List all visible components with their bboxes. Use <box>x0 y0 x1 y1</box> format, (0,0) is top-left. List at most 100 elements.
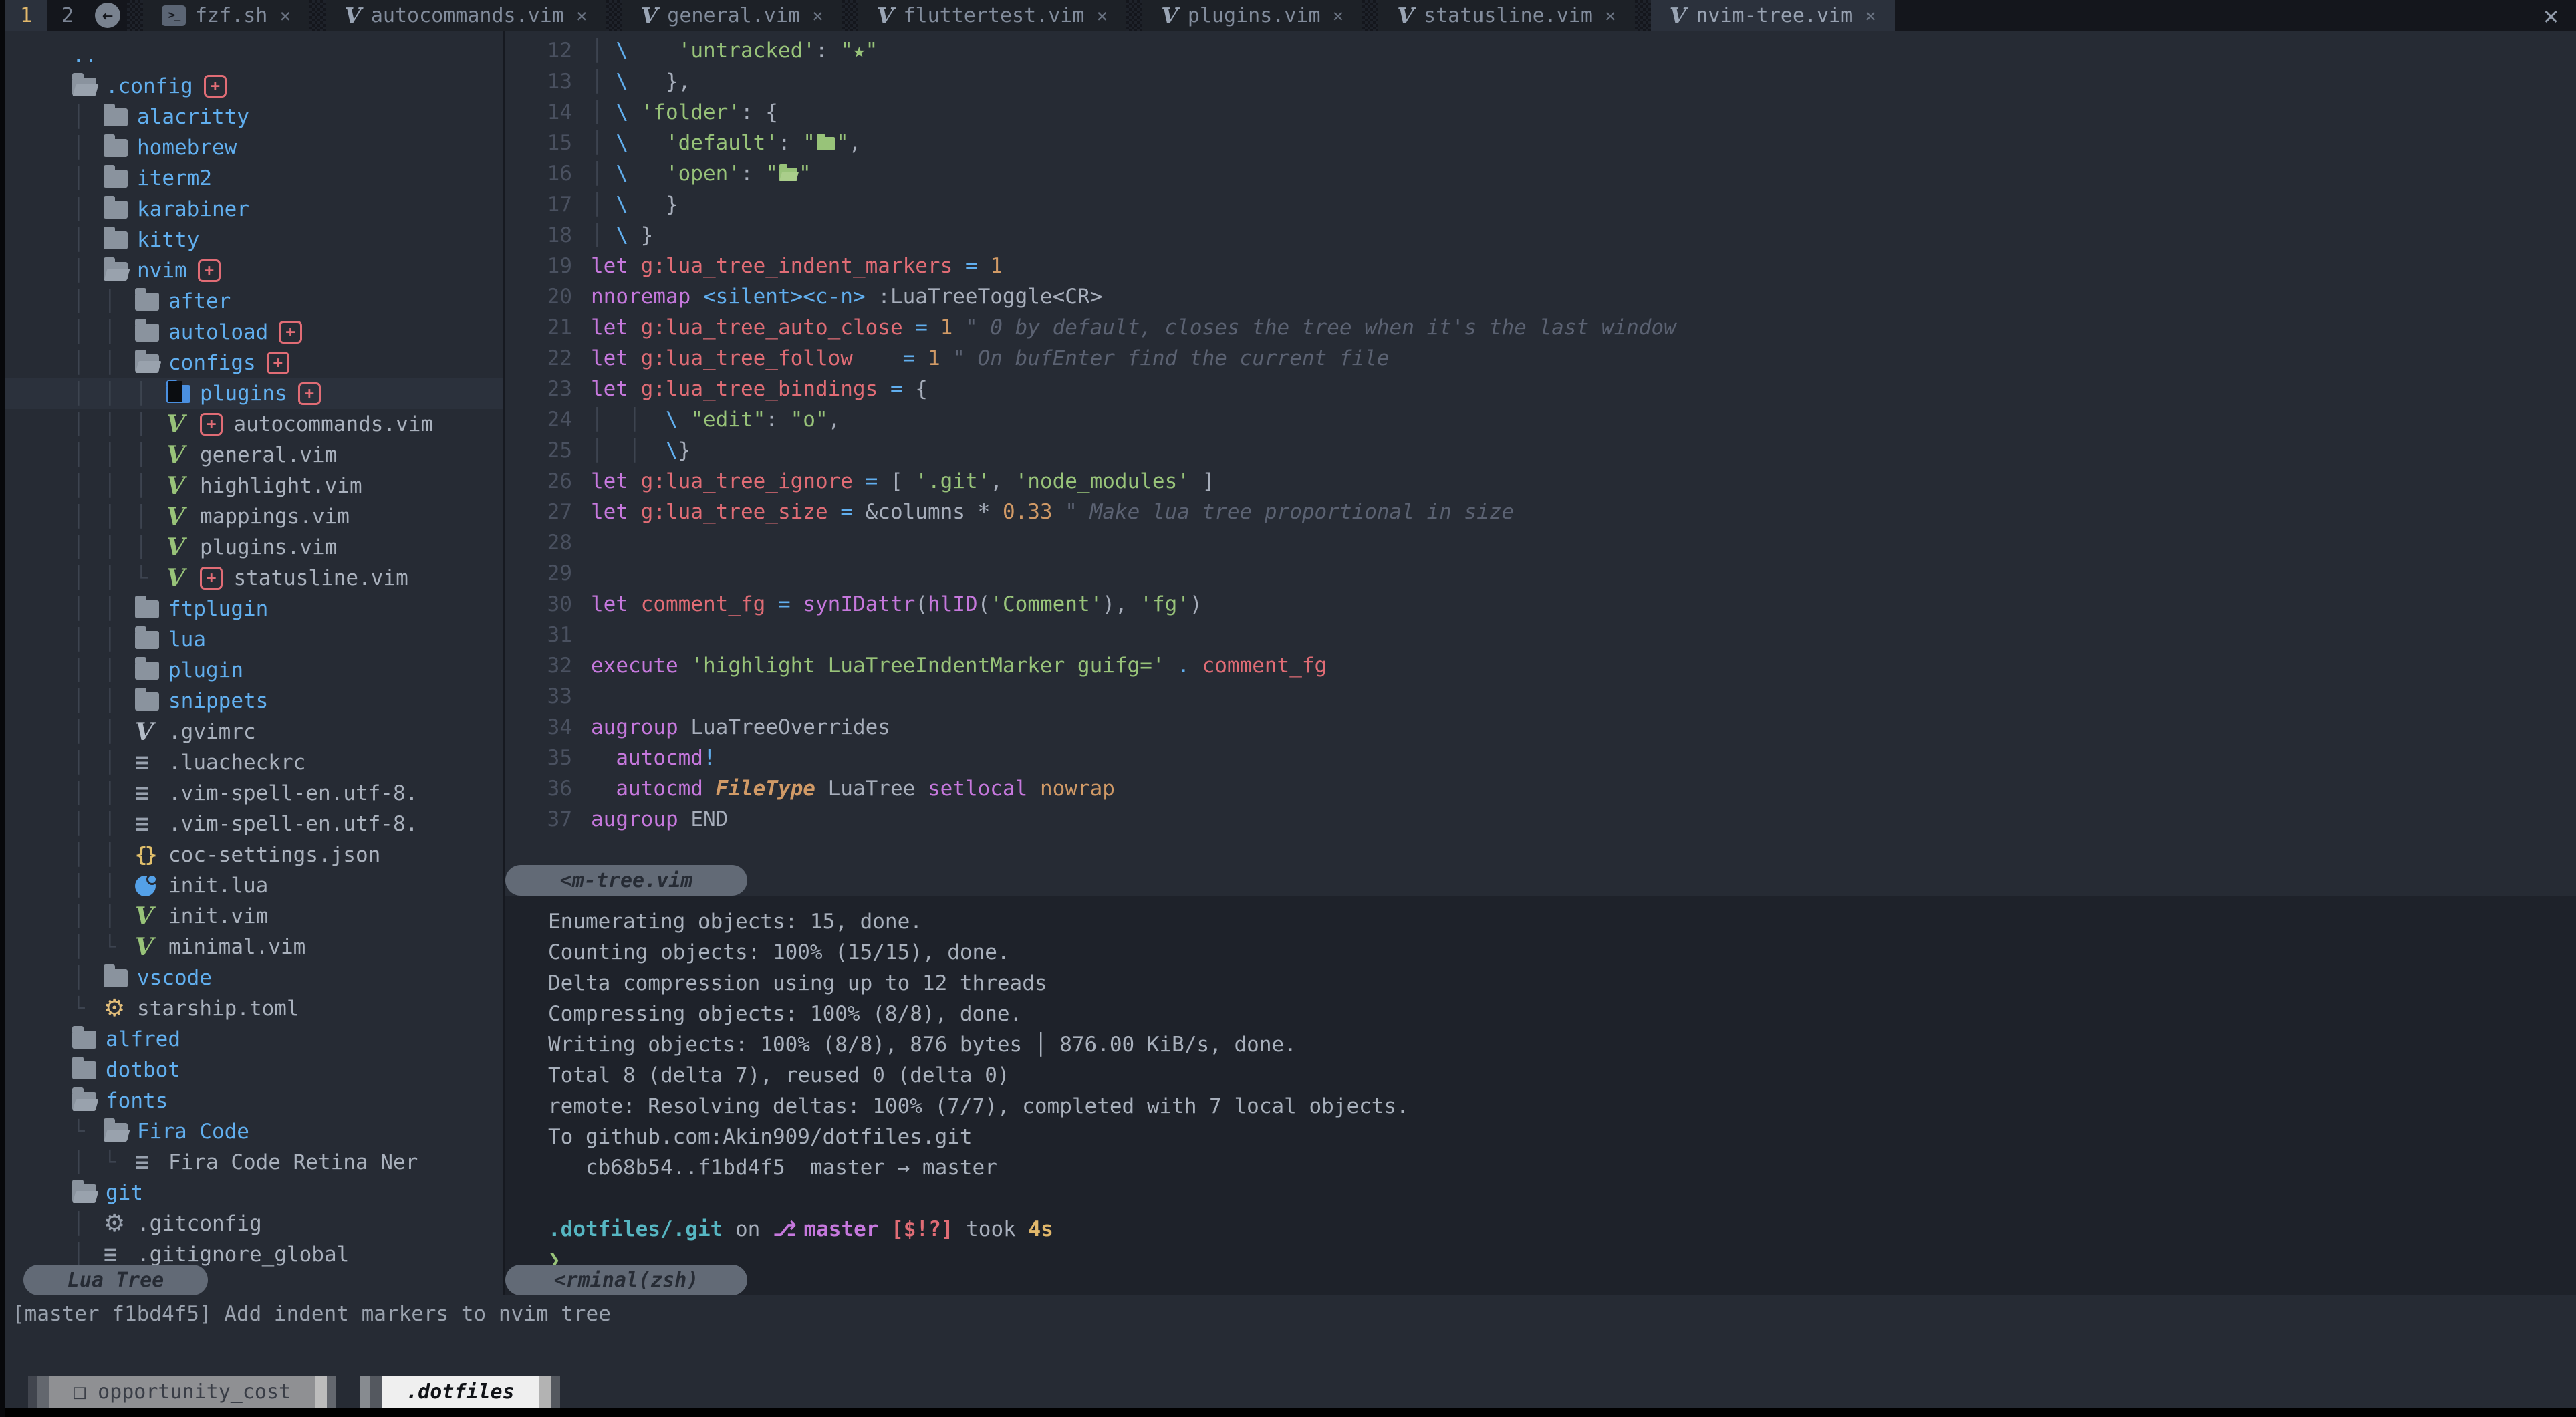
tree-item-dotbot[interactable]: dotbot <box>5 1055 503 1085</box>
tab-statusline.vim[interactable]: Vstatusline.vim× <box>1378 0 1634 31</box>
tmux-window--opportunity-cost[interactable]: □ opportunity_cost <box>28 1376 336 1408</box>
tab-nvim-tree.vim[interactable]: Vnvim-tree.vim× <box>1651 0 1895 31</box>
tmux-pane-index-1[interactable]: 1 <box>5 0 47 31</box>
tree-item-init.vim[interactable]: ││Vinit.vim <box>5 901 503 932</box>
code-line-34[interactable]: 34augroup LuaTreeOverrides <box>505 712 2576 743</box>
code-line-27[interactable]: 27let g:lua_tree_size = &columns * 0.33 … <box>505 497 2576 527</box>
tree-icon-cell: ≡ <box>135 749 168 776</box>
tree-item-statusline.vim[interactable]: ││└V+statusline.vim <box>5 563 503 594</box>
tree-item-snippets[interactable]: ││snippets <box>5 686 503 717</box>
shell-prompt-line[interactable]: .dotfiles/.git on ⎇ master [$!?] took 4s <box>548 1214 2576 1245</box>
tree-item-starship.toml[interactable]: └⚙starship.toml <box>5 993 503 1024</box>
shell-cursor-line[interactable]: ❯ <box>548 1245 2576 1275</box>
code-line-28[interactable]: 28 <box>505 527 2576 558</box>
tree-item-..[interactable]: .. <box>5 40 503 71</box>
tab-general.vim[interactable]: Vgeneral.vim× <box>622 0 842 31</box>
code-line-32[interactable]: 32execute 'highlight LuaTreeIndentMarker… <box>505 650 2576 681</box>
tab-close-icon[interactable]: × <box>1096 5 1108 27</box>
tree-item-init.lua[interactable]: ││init.lua <box>5 870 503 901</box>
code-line-18[interactable]: 18│ \ } <box>505 220 2576 251</box>
tab-close-icon[interactable]: × <box>812 5 823 27</box>
folder-icon <box>135 662 159 680</box>
tree-item-lua[interactable]: ││lua <box>5 624 503 655</box>
code-line-22[interactable]: 22let g:lua_tree_follow = 1 " On bufEnte… <box>505 343 2576 374</box>
code-line-21[interactable]: 21let g:lua_tree_auto_close = 1 " 0 by d… <box>505 312 2576 343</box>
tree-item-karabiner[interactable]: │karabiner <box>5 194 503 225</box>
vim-file-icon: V <box>166 445 185 465</box>
code-line-15[interactable]: 15│ \ 'default': "", <box>505 128 2576 158</box>
code-line-24[interactable]: 24│ │ \ "edit": "o", <box>505 404 2576 435</box>
back-arrow-icon[interactable]: ← <box>95 3 120 28</box>
code-line-17[interactable]: 17│ \ } <box>505 189 2576 220</box>
tab-close-icon[interactable]: × <box>576 5 588 27</box>
tree-item-minimal.vim[interactable]: │└Vminimal.vim <box>5 932 503 962</box>
code-line-19[interactable]: 19let g:lua_tree_indent_markers = 1 <box>505 251 2576 281</box>
tree-item-iterm2[interactable]: │iterm2 <box>5 163 503 194</box>
tree-item-coc-settings.json[interactable]: ││{}coc-settings.json <box>5 840 503 870</box>
code-line-26[interactable]: 26let g:lua_tree_ignore = [ '.git', 'nod… <box>505 466 2576 497</box>
tree-icon-cell: ≡ <box>104 1241 137 1268</box>
tree-item-general.vim[interactable]: │││Vgeneral.vim <box>5 440 503 471</box>
tree-item-plugins.vim[interactable]: │││Vplugins.vim <box>5 532 503 563</box>
tree-item-kitty[interactable]: │kitty <box>5 225 503 255</box>
code-line-33[interactable]: 33 <box>505 681 2576 712</box>
code-editor[interactable]: 12│ \ 'untracked': "★"13│ \ },14│ \ 'fol… <box>505 31 2576 896</box>
terminal-pane[interactable]: Enumerating objects: 15, done.Counting o… <box>505 896 2576 1295</box>
tmux-pane-index-2[interactable]: 2 <box>47 0 88 31</box>
tree-item-Fira-Code[interactable]: └Fira Code <box>5 1116 503 1147</box>
tab-plugins.vim[interactable]: Vplugins.vim× <box>1142 0 1362 31</box>
tab-close-icon[interactable]: × <box>1865 5 1876 27</box>
tree-item-fonts[interactable]: fonts <box>5 1085 503 1116</box>
tree-item-highlight.vim[interactable]: │││Vhighlight.vim <box>5 471 503 501</box>
tree-item-.gvimrc[interactable]: ││V.gvimrc <box>5 717 503 747</box>
code-segment: 1 <box>990 254 1003 278</box>
tree-item-Fira-Code-Retina-Ner[interactable]: │└≡Fira Code Retina Ner <box>5 1147 503 1178</box>
tab-close-icon[interactable]: × <box>1333 5 1344 27</box>
code-line-37[interactable]: 37augroup END <box>505 804 2576 835</box>
tree-item-plugins[interactable]: │││plugins+ <box>5 378 503 409</box>
code-line-23[interactable]: 23let g:lua_tree_bindings = { <box>505 374 2576 404</box>
tree-icon-cell: V <box>166 445 200 465</box>
code-line-14[interactable]: 14│ \ 'folder': { <box>505 97 2576 128</box>
tree-item-.luacheckrc[interactable]: ││≡.luacheckrc <box>5 747 503 778</box>
code-line-12[interactable]: 12│ \ 'untracked': "★" <box>505 35 2576 66</box>
code-line-13[interactable]: 13│ \ }, <box>505 66 2576 97</box>
tree-item-mappings.vim[interactable]: │││Vmappings.vim <box>5 501 503 532</box>
tab-fluttertest.vim[interactable]: Vfluttertest.vim× <box>858 0 1126 31</box>
code-line-36[interactable]: 36 autocmd FileType LuaTree setlocal now… <box>505 773 2576 804</box>
tree-item-git[interactable]: git <box>5 1178 503 1208</box>
code-line-35[interactable]: 35 autocmd! <box>505 743 2576 773</box>
tree-item-plugin[interactable]: ││plugin <box>5 655 503 686</box>
tree-item-alfred[interactable]: alfred <box>5 1024 503 1055</box>
close-window-icon[interactable]: ✕ <box>2543 1 2559 30</box>
code-line-16[interactable]: 16│ \ 'open': "" <box>505 158 2576 189</box>
tree-item-after[interactable]: ││after <box>5 286 503 317</box>
tree-item-.vim-spell-en.utf-8.[interactable]: ││≡.vim-spell-en.utf-8. <box>5 809 503 840</box>
code-line-31[interactable]: 31 <box>505 620 2576 650</box>
tree-guide: │ <box>135 412 166 436</box>
text-file-icon: ≡ <box>135 1149 148 1176</box>
tree-item-.gitconfig[interactable]: │⚙.gitconfig <box>5 1208 503 1239</box>
tree-guide: └ <box>72 997 104 1021</box>
tree-item-vscode[interactable]: │vscode <box>5 962 503 993</box>
code-line-30[interactable]: 30let comment_fg = synIDattr(hlID('Comme… <box>505 589 2576 620</box>
tree-item-.config[interactable]: .config+ <box>5 71 503 102</box>
tree-item-.vim-spell-en.utf-8.[interactable]: ││≡.vim-spell-en.utf-8. <box>5 778 503 809</box>
tab-autocommands.vim[interactable]: Vautocommands.vim× <box>326 0 606 31</box>
tree-item-autocommands.vim[interactable]: │││V+autocommands.vim <box>5 409 503 440</box>
tab-fzf.sh[interactable]: >_fzf.sh× <box>143 0 309 31</box>
code-line-29[interactable]: 29 <box>505 558 2576 589</box>
file-tree-sidebar[interactable]: ...config+│alacritty│homebrew│iterm2│kar… <box>5 31 503 1295</box>
code-line-20[interactable]: 20nnoremap <silent><c-n> :LuaTreeToggle<… <box>505 281 2576 312</box>
tree-item-label: lua <box>168 628 206 652</box>
tree-item-homebrew[interactable]: │homebrew <box>5 132 503 163</box>
tmux-window-.dotfiles[interactable]: .dotfiles <box>360 1376 560 1408</box>
code-line-25[interactable]: 25│ │ \} <box>505 435 2576 466</box>
tree-item-configs[interactable]: ││configs+ <box>5 348 503 378</box>
tree-item-autoload[interactable]: ││autoload+ <box>5 317 503 348</box>
tab-close-icon[interactable]: × <box>279 5 291 27</box>
tab-close-icon[interactable]: × <box>1605 5 1616 27</box>
tree-item-alacritty[interactable]: │alacritty <box>5 102 503 132</box>
tree-item-ftplugin[interactable]: ││ftplugin <box>5 594 503 624</box>
tree-item-nvim[interactable]: │nvim+ <box>5 255 503 286</box>
